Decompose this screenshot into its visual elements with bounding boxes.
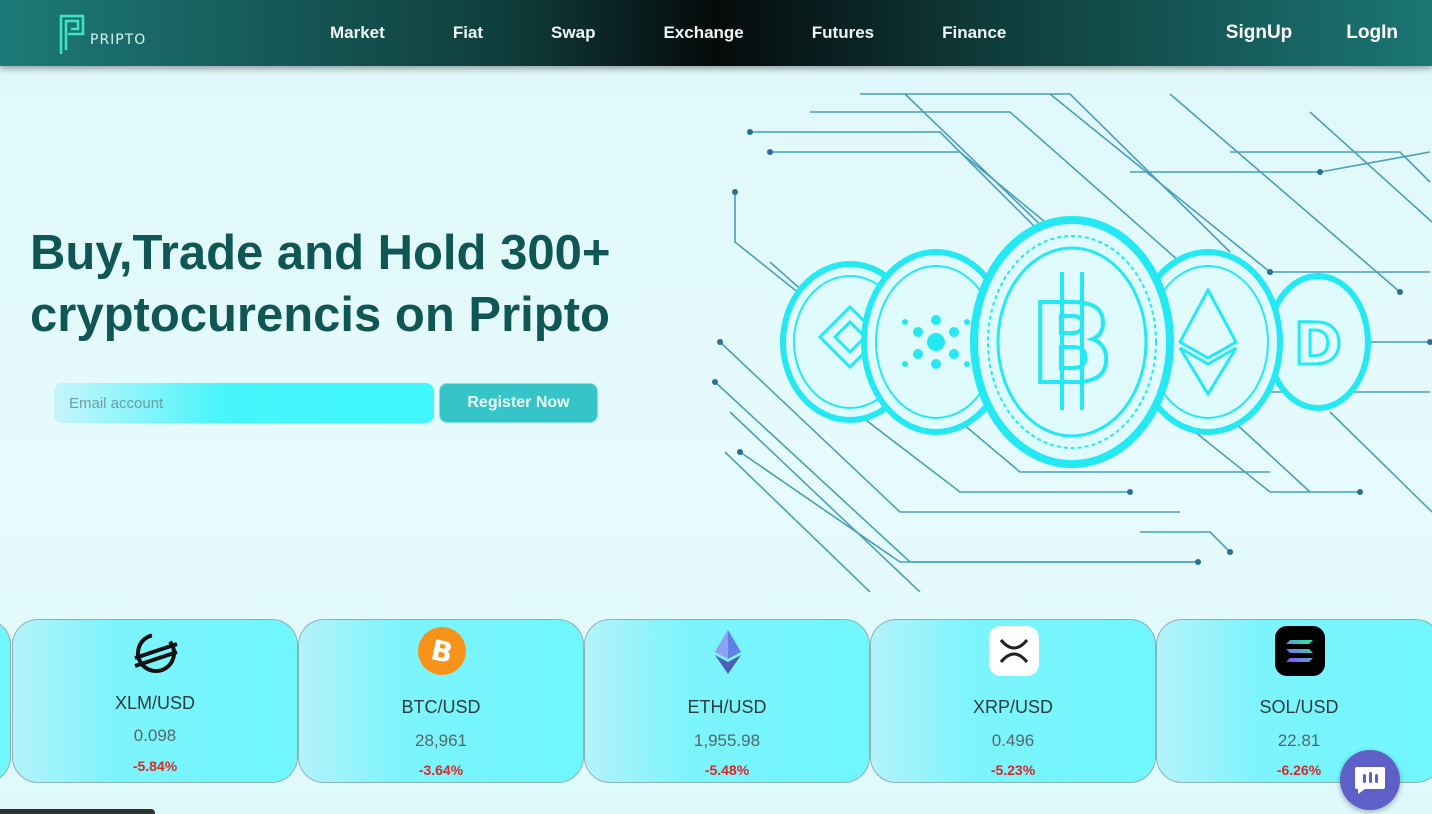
login-link[interactable]: LogIn <box>1346 22 1398 44</box>
price-value: 0.496 <box>991 731 1035 750</box>
change-percent: -5.84% <box>132 758 178 774</box>
hero-title-line2: cryptocurencis on Pripto <box>30 288 610 342</box>
ticker-card-eth[interactable]: ETH/USD 1,955.98 -5.48% <box>584 619 870 783</box>
ethereum-icon <box>715 630 741 674</box>
pair-label: BTC/USD <box>401 697 481 717</box>
price-value: 0.098 <box>133 726 177 745</box>
nav-futures[interactable]: Futures <box>812 23 874 43</box>
auth-links: SignUp LogIn <box>1226 0 1398 66</box>
nav-finance[interactable]: Finance <box>942 23 1006 43</box>
price-ticker: XLM/USD 0.098 -5.84% B BTC/USD 28,961 -3… <box>0 619 1432 785</box>
pair-label: SOL/USD <box>1259 697 1339 717</box>
ticker-card-btc[interactable]: B BTC/USD 28,961 -3.64% <box>298 619 584 783</box>
email-input[interactable] <box>54 383 434 423</box>
ticker-card-xlm[interactable]: XLM/USD 0.098 -5.84% <box>12 619 298 783</box>
solana-icon <box>1275 626 1325 676</box>
bottom-scroll-indicator <box>0 809 155 814</box>
pair-label: XLM/USD <box>114 693 195 713</box>
stellar-icon <box>134 633 178 673</box>
hero-title: Buy,Trade and Hold 300+ cryptocurencis o… <box>30 222 670 346</box>
bitcoin-icon: B <box>418 627 466 675</box>
nav-market[interactable]: Market <box>330 23 385 43</box>
nav-fiat[interactable]: Fiat <box>453 23 483 43</box>
chat-icon <box>1355 767 1385 794</box>
main-nav: Market Fiat Swap Exchange Futures Financ… <box>330 0 1006 66</box>
pair-label: ETH/USD <box>687 697 767 717</box>
pripto-logo-icon <box>59 14 85 54</box>
brand-name: PRIPTO <box>90 32 147 48</box>
price-value: 28,961 <box>415 731 467 750</box>
price-value: 22.81 <box>1277 731 1321 750</box>
nav-swap[interactable]: Swap <box>551 23 595 43</box>
svg-text:D: D <box>1294 310 1342 378</box>
crypto-coins-illustration: D B <box>712 93 1432 592</box>
pair-label: XRP/USD <box>972 697 1053 717</box>
top-navbar: PRIPTO Market Fiat Swap Exchange Futures… <box>0 0 1432 66</box>
price-value: 1,955.98 <box>693 731 761 750</box>
ticker-card-xrp[interactable]: XRP/USD 0.496 -5.23% <box>870 619 1156 783</box>
pripto-logo[interactable]: PRIPTO <box>58 12 146 56</box>
nav-exchange[interactable]: Exchange <box>663 23 743 43</box>
chat-widget-button[interactable] <box>1340 750 1400 810</box>
register-now-button[interactable]: Register Now <box>439 383 598 423</box>
change-percent: -3.64% <box>418 762 464 778</box>
hero-title-line1: Buy,Trade and Hold 300+ <box>30 226 611 280</box>
bitcoin-coin: B <box>970 216 1174 468</box>
change-percent: -5.48% <box>704 762 750 778</box>
svg-text:B: B <box>1030 280 1114 408</box>
change-percent: -5.23% <box>990 762 1036 778</box>
signup-link[interactable]: SignUp <box>1226 22 1293 44</box>
xrp-icon <box>989 626 1039 676</box>
ticker-card-partial[interactable] <box>0 619 11 783</box>
